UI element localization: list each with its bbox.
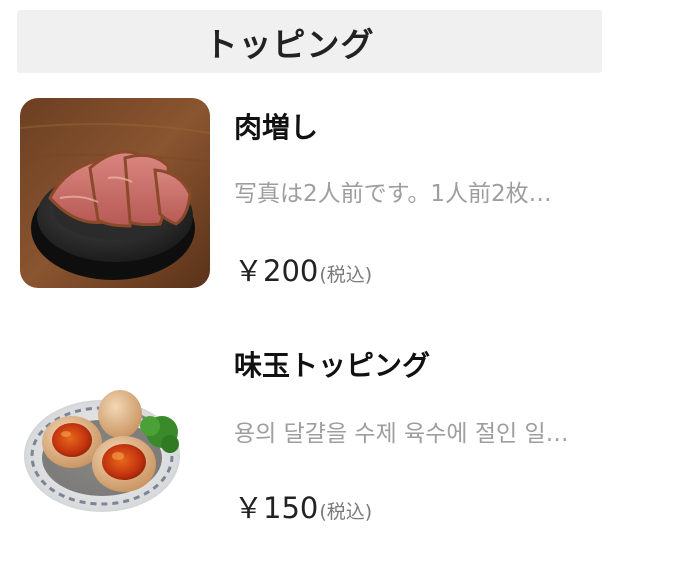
price-value: ￥200 (234, 254, 319, 288)
item-description: 写真は2人前です。1人前2枚… (234, 181, 552, 207)
section-title: トッピング (204, 24, 375, 64)
price-value: ￥150 (234, 491, 319, 525)
item-name[interactable]: 肉増し (234, 106, 318, 146)
section-header: トッピング (17, 10, 602, 73)
item-description: 용의 달걀을 수제 육수에 절인 일… (234, 421, 569, 447)
tax-note: (税込) (319, 501, 373, 523)
item-price: ￥150 (税込) (234, 485, 372, 527)
menu-item-niku-mashi[interactable]: 肉増し 写真は2人前です。1人前2枚… ￥200 (税込) (0, 98, 700, 298)
item-photo[interactable] (20, 98, 210, 288)
item-name[interactable]: 味玉トッピング (234, 344, 430, 384)
sliced-pork-chashu-icon (20, 98, 210, 288)
menu-item-ajitama-topping[interactable]: 味玉トッピング 용의 달걀을 수제 육수에 절인 일… ￥150 (税込) (0, 340, 700, 540)
tax-note: (税込) (319, 264, 373, 286)
item-price: ￥200 (税込) (234, 248, 372, 290)
marinated-egg-icon (24, 390, 180, 512)
item-photo[interactable] (22, 370, 184, 530)
